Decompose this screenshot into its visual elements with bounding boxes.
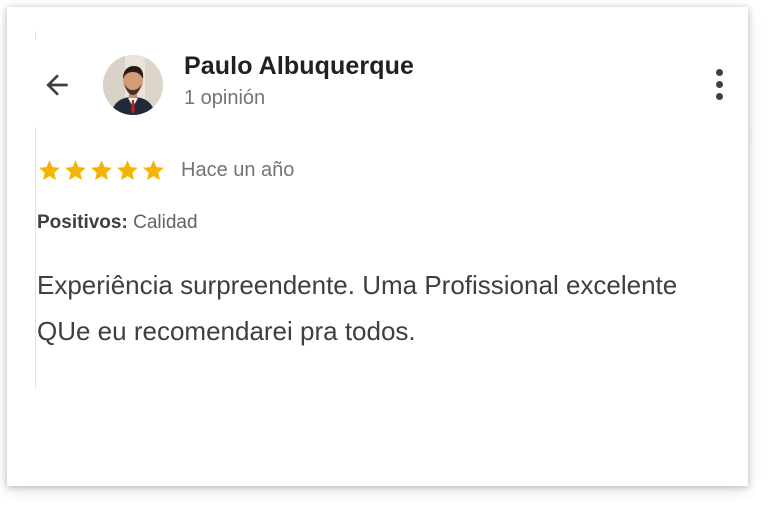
arrow-back-icon — [46, 74, 68, 96]
review-date: Hace un año — [181, 158, 295, 181]
highlights-label: Positivos: — [37, 212, 128, 233]
more-options-button[interactable] — [704, 63, 734, 105]
back-button[interactable] — [37, 65, 77, 105]
rating-row: Hace un año — [37, 155, 294, 185]
reviewer-review-count: 1 opinión — [184, 87, 266, 109]
review-highlights: Positivos: Calidad — [37, 212, 198, 234]
more-vertical-icon-dot — [715, 92, 723, 100]
star-icon — [117, 159, 138, 180]
guide-line — [35, 31, 36, 39]
avatar[interactable] — [103, 55, 163, 115]
star-icon — [91, 159, 112, 180]
divider — [751, 127, 752, 141]
more-vertical-icon-dot — [715, 80, 723, 88]
review-text: Experiência surpreendente. Uma Profissio… — [37, 270, 678, 346]
profile-photo — [103, 55, 163, 115]
star-icon — [39, 159, 60, 180]
star-rating — [37, 158, 167, 183]
star-icon — [143, 159, 164, 180]
star-icon — [65, 159, 86, 180]
highlights-value: Calidad — [133, 212, 198, 233]
more-vertical-icon — [715, 68, 723, 76]
reviewer-name[interactable]: Paulo Albuquerque — [184, 52, 414, 81]
review-card: Paulo Albuquerque 1 opinión Hace un año … — [7, 7, 752, 486]
guide-line — [35, 127, 36, 389]
